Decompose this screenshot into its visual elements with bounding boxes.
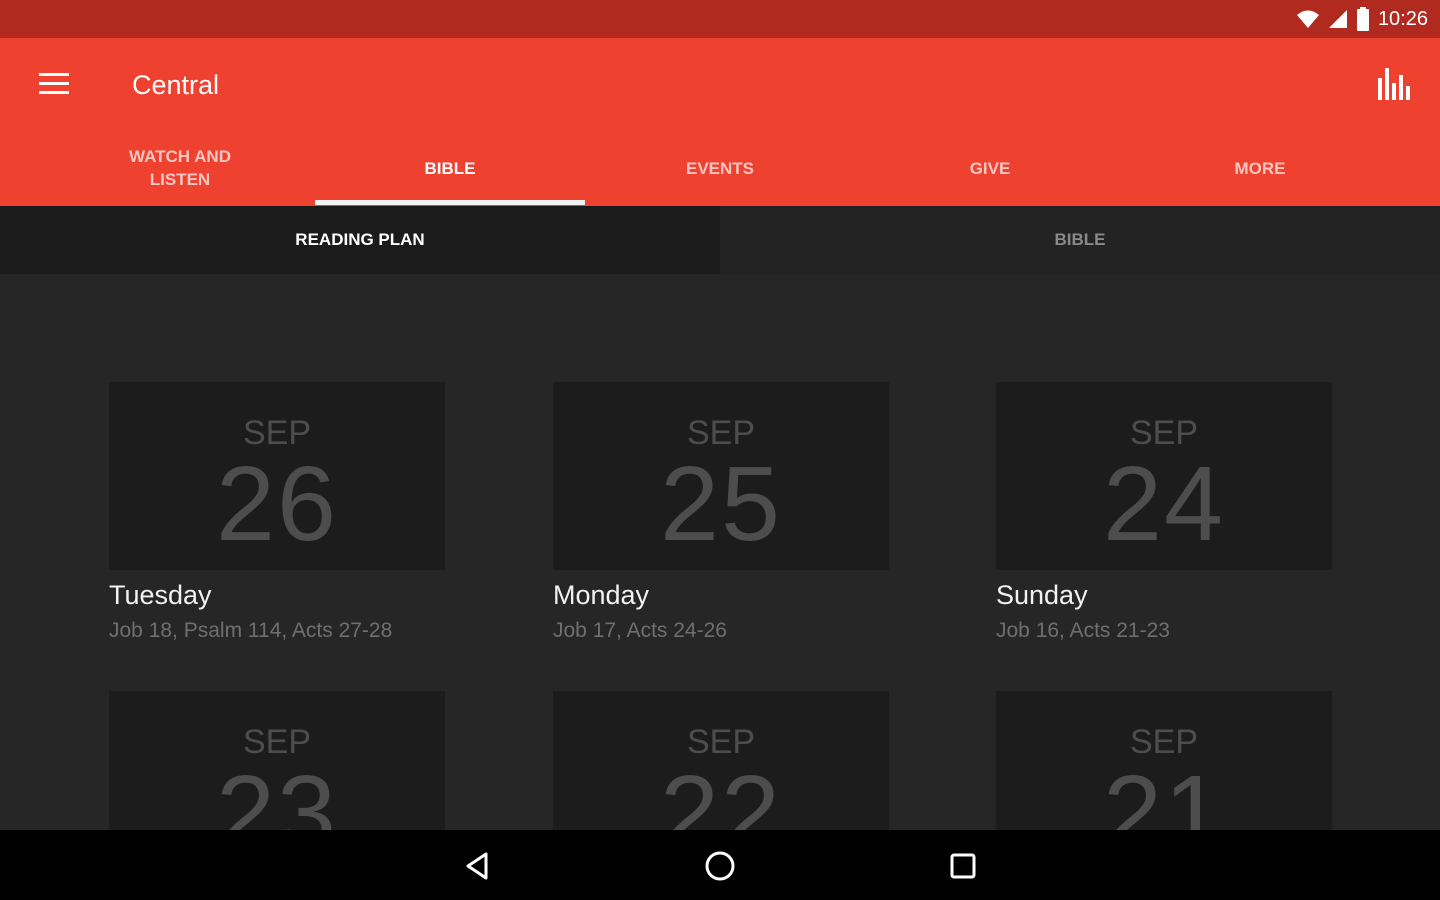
- tab-give[interactable]: GIVE: [855, 130, 1125, 206]
- hamburger-menu-button[interactable]: [34, 68, 74, 100]
- date-tile: SEP 24: [996, 382, 1332, 570]
- recents-icon: [950, 853, 976, 879]
- tab-bible[interactable]: BIBLE: [315, 130, 585, 206]
- subtab-bible[interactable]: BIBLE: [720, 206, 1440, 274]
- reading-plan-card[interactable]: SEP 22: [553, 691, 889, 830]
- tab-bar: WATCH AND LISTEN BIBLE EVENTS GIVE MORE: [0, 130, 1440, 206]
- date-day: 26: [216, 445, 338, 563]
- status-bar: 10:26: [0, 0, 1440, 38]
- tab-events[interactable]: EVENTS: [585, 130, 855, 206]
- date-tile: SEP 25: [553, 382, 889, 570]
- card-passages: Job 18, Psalm 114, Acts 27-28: [109, 619, 393, 642]
- status-icons: 10:26: [1296, 6, 1428, 32]
- card-weekday: Tuesday: [109, 580, 212, 610]
- reading-plan-card[interactable]: SEP 24 Sunday Job 16, Acts 21-23: [996, 382, 1332, 643]
- tab-label-line: WATCH AND: [129, 147, 231, 166]
- hamburger-menu-icon: [39, 73, 69, 94]
- back-icon: [466, 852, 488, 880]
- tab-label: WATCH AND LISTEN: [129, 145, 231, 191]
- card-weekday: Monday: [553, 580, 650, 610]
- cell-signal-icon: [1328, 10, 1347, 28]
- wifi-icon: [1296, 10, 1319, 28]
- date-day: 23: [216, 754, 338, 830]
- card-weekday: Sunday: [996, 580, 1088, 610]
- active-tab-indicator: [315, 200, 585, 205]
- app-title: Central: [132, 70, 220, 100]
- home-icon: [705, 851, 735, 881]
- system-nav-bar: [0, 830, 1440, 900]
- reading-plan-grid: SEP 26 Tuesday Job 18, Psalm 114, Acts 2…: [0, 274, 1440, 830]
- tab-more[interactable]: MORE: [1125, 130, 1395, 206]
- date-day: 22: [660, 754, 782, 830]
- card-passages: Job 16, Acts 21-23: [996, 619, 1170, 642]
- subtab-bar: READING PLAN BIBLE: [0, 206, 1440, 274]
- back-button[interactable]: [458, 846, 498, 886]
- date-tile: SEP 26: [109, 382, 445, 570]
- reading-plan-card[interactable]: SEP 25 Monday Job 17, Acts 24-26: [553, 382, 889, 643]
- date-day: 25: [660, 445, 782, 563]
- app-bar: Central: [0, 38, 1440, 130]
- tab-label-line: LISTEN: [149, 170, 211, 189]
- home-button[interactable]: [700, 846, 740, 886]
- date-day: 24: [1103, 445, 1225, 563]
- subtab-reading-plan[interactable]: READING PLAN: [0, 206, 720, 274]
- date-tile: SEP 21: [996, 691, 1332, 830]
- bar-chart-icon: [1378, 68, 1410, 100]
- recents-button[interactable]: [943, 846, 983, 886]
- reading-plan-card[interactable]: SEP 21: [996, 691, 1332, 830]
- reading-plan-card[interactable]: SEP 26 Tuesday Job 18, Psalm 114, Acts 2…: [109, 382, 445, 643]
- date-tile: SEP 22: [553, 691, 889, 830]
- battery-icon: [1356, 7, 1369, 31]
- reading-plan-card[interactable]: SEP 23: [109, 691, 445, 830]
- date-day: 21: [1103, 754, 1225, 830]
- stats-button[interactable]: [1376, 66, 1410, 102]
- tab-watch-and-listen[interactable]: WATCH AND LISTEN: [45, 130, 315, 206]
- status-time: 10:26: [1377, 7, 1428, 30]
- date-tile: SEP 23: [109, 691, 445, 830]
- card-passages: Job 17, Acts 24-26: [553, 619, 727, 642]
